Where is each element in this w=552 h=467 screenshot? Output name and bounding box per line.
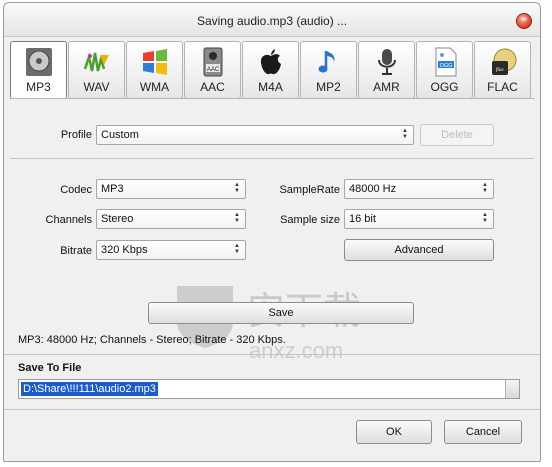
svg-text:OGG: OGG bbox=[440, 63, 453, 69]
aac-speaker-icon: AAC bbox=[203, 47, 223, 77]
spin-arrows-icon: ▲ ▼ bbox=[482, 212, 488, 224]
samplesize-label: Sample size bbox=[280, 214, 340, 226]
svg-text:flac: flac bbox=[496, 66, 505, 73]
tab-wma[interactable]: WMA bbox=[126, 41, 183, 99]
spin-arrows-icon: ▲ ▼ bbox=[402, 128, 408, 140]
divider bbox=[4, 354, 540, 355]
tab-wav[interactable]: WAV bbox=[68, 41, 125, 99]
bitrate-label: Bitrate bbox=[60, 245, 92, 257]
mp3-cd-icon bbox=[26, 48, 52, 76]
profile-label: Profile bbox=[60, 129, 92, 141]
bitrate-select[interactable]: 320 Kbps ▲ ▼ bbox=[96, 240, 246, 260]
save-to-file-header: Save To File bbox=[18, 362, 82, 374]
tab-label: MP3 bbox=[26, 80, 51, 94]
divider bbox=[10, 158, 534, 159]
tab-aac[interactable]: AAC AAC bbox=[184, 41, 241, 99]
svg-text:AAC: AAC bbox=[207, 67, 220, 73]
profile-value: Custom bbox=[101, 129, 139, 141]
title-bar: Saving audio.mp3 (audio) ... bbox=[4, 3, 540, 37]
samplesize-select[interactable]: 16 bit ▲ ▼ bbox=[344, 209, 494, 229]
spin-arrows-icon: ▲ ▼ bbox=[482, 182, 488, 194]
cancel-button[interactable]: Cancel bbox=[444, 420, 522, 444]
tab-label: MP2 bbox=[316, 80, 341, 94]
samplerate-label: SampleRate bbox=[279, 184, 340, 196]
tab-label: M4A bbox=[258, 80, 283, 94]
tab-label: OGG bbox=[430, 80, 459, 94]
amr-microphone-icon bbox=[378, 49, 396, 75]
ok-button[interactable]: OK bbox=[356, 420, 432, 444]
settings-panel: Profile Custom ▲ ▼ Delete Codec MP3 ▲ ▼ Ch… bbox=[10, 98, 534, 363]
codec-select[interactable]: MP3 ▲ ▼ bbox=[96, 179, 246, 199]
samplesize-value: 16 bit bbox=[349, 213, 376, 225]
tab-m4a[interactable]: M4A bbox=[242, 41, 299, 99]
wma-windows-icon bbox=[143, 49, 167, 75]
wav-icon bbox=[83, 52, 109, 72]
tab-label: FLAC bbox=[487, 80, 518, 94]
tab-flac[interactable]: flac FLAC bbox=[474, 41, 531, 99]
output-path-value: D:\Share\!!!111\audio2.mp3 bbox=[21, 382, 158, 396]
channels-select[interactable]: Stereo ▲ ▼ bbox=[96, 209, 246, 229]
advanced-button[interactable]: Advanced bbox=[344, 239, 494, 261]
ogg-file-icon: OGG bbox=[435, 47, 457, 77]
format-info-text: MP3: 48000 Hz; Channels - Stereo; Bitrat… bbox=[18, 334, 286, 346]
tab-mp3[interactable]: MP3 bbox=[10, 41, 67, 99]
save-dialog-window: Saving audio.mp3 (audio) ... MP3 WAV WMA… bbox=[3, 2, 541, 462]
save-button[interactable]: Save bbox=[148, 302, 414, 324]
delete-profile-button[interactable]: Delete bbox=[420, 124, 494, 146]
tab-ogg[interactable]: OGG OGG bbox=[416, 41, 473, 99]
spin-arrows-icon: ▲ ▼ bbox=[234, 182, 240, 194]
divider bbox=[4, 409, 540, 410]
bitrate-value: 320 Kbps bbox=[101, 244, 148, 256]
codec-value: MP3 bbox=[101, 183, 124, 195]
format-tabs: MP3 WAV WMA AAC AAC M4A MP2 AMR OGG OGG … bbox=[10, 41, 531, 99]
samplerate-select[interactable]: 48000 Hz ▲ ▼ bbox=[344, 179, 494, 199]
browse-button[interactable] bbox=[505, 380, 519, 398]
tab-mp2[interactable]: MP2 bbox=[300, 41, 357, 99]
tab-label: AAC bbox=[200, 80, 225, 94]
window-title: Saving audio.mp3 (audio) ... bbox=[196, 14, 348, 28]
tab-amr[interactable]: AMR bbox=[358, 41, 415, 99]
tab-label: WMA bbox=[139, 80, 170, 94]
tab-label: AMR bbox=[373, 80, 400, 94]
channels-value: Stereo bbox=[101, 213, 134, 225]
tab-label: WAV bbox=[83, 80, 110, 94]
m4a-apple-icon bbox=[260, 49, 281, 75]
mp2-note-icon bbox=[318, 51, 335, 73]
codec-label: Codec bbox=[60, 184, 92, 196]
profile-select[interactable]: Custom ▲ ▼ bbox=[96, 125, 414, 145]
samplerate-value: 48000 Hz bbox=[349, 183, 397, 195]
spin-arrows-icon: ▲ ▼ bbox=[234, 243, 240, 255]
output-path-input[interactable]: D:\Share\!!!111\audio2.mp3 bbox=[18, 379, 520, 399]
spin-arrows-icon: ▲ ▼ bbox=[234, 212, 240, 224]
flac-disc-icon: flac bbox=[492, 48, 517, 75]
close-button[interactable] bbox=[516, 13, 532, 29]
channels-label: Channels bbox=[45, 214, 92, 226]
